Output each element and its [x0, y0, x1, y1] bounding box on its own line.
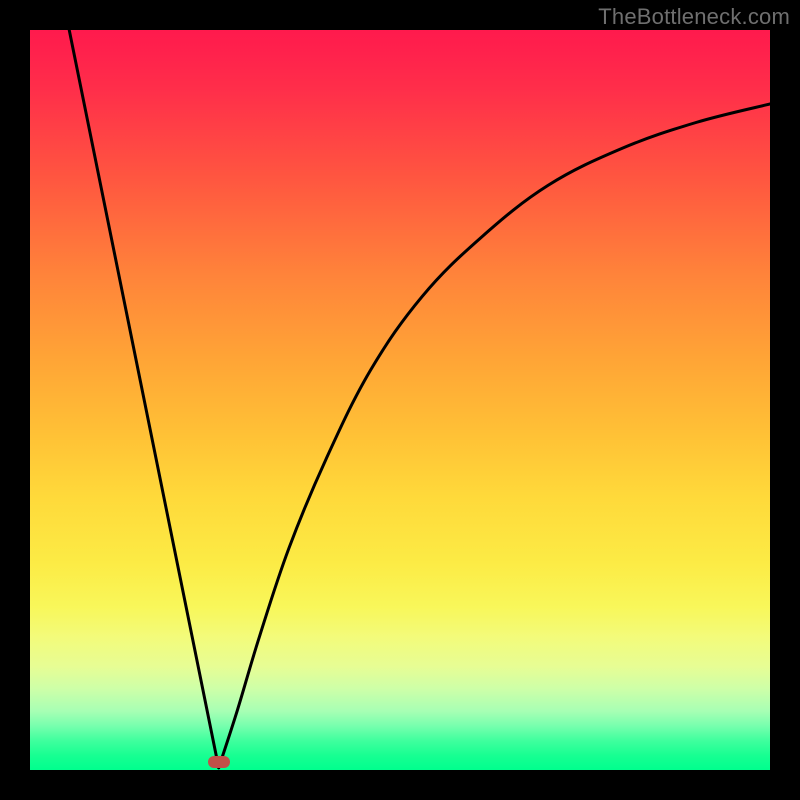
watermark-text: TheBottleneck.com [598, 4, 790, 30]
chart-frame: TheBottleneck.com [0, 0, 800, 800]
curve-left-arm [69, 30, 218, 768]
plot-area [30, 30, 770, 770]
vertex-marker [208, 756, 230, 768]
curve-layer [30, 30, 770, 770]
curve-right-arm [219, 104, 770, 768]
